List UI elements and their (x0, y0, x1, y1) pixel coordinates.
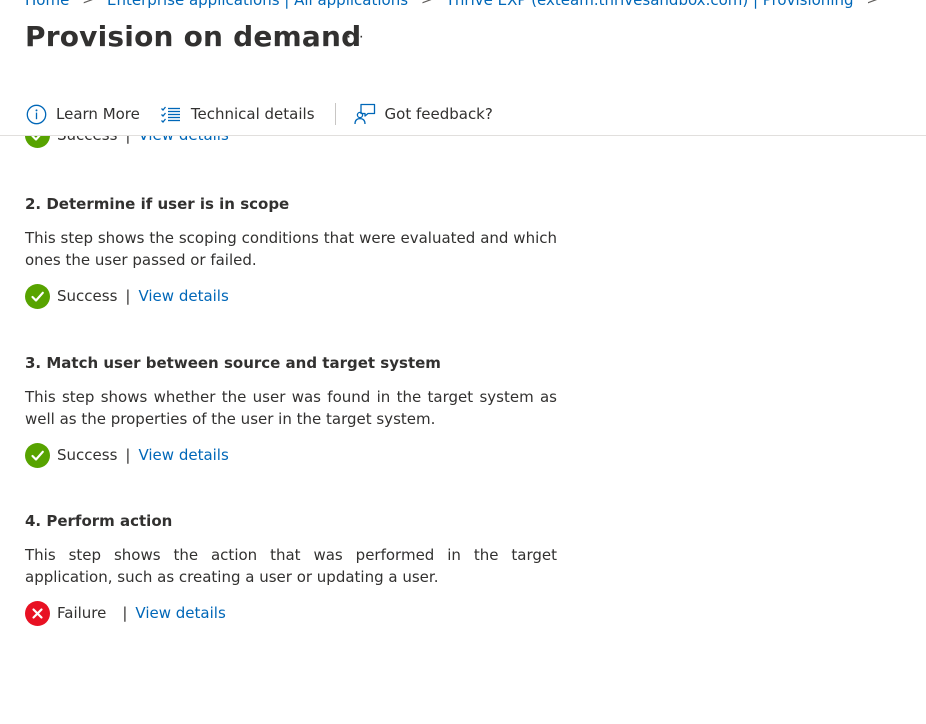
success-check-icon (25, 283, 50, 309)
step-description: This step shows the action that was perf… (25, 546, 557, 586)
toolbar: Learn More Technical details Got feedbac… (25, 100, 493, 128)
view-details-link[interactable]: View details (138, 446, 228, 464)
feedback-label: Got feedback? (384, 105, 493, 123)
feedback-button[interactable]: Got feedback? (353, 103, 493, 125)
toolbar-divider (334, 103, 336, 125)
step-status-text: Failure (57, 604, 107, 622)
breadcrumb-home[interactable]: Home (25, 0, 69, 9)
step-heading: 3. Match user between source and target … (25, 354, 441, 372)
toolbar-divider-line (0, 135, 926, 136)
info-icon (25, 103, 47, 125)
step-perform-action: 4. Perform action This step shows the ac… (25, 512, 565, 626)
breadcrumb-separator: > (82, 0, 95, 8)
checklist-icon (160, 103, 182, 125)
step-status: Failure | View details (25, 600, 565, 626)
breadcrumb: Home > Enterprise applications | All app… (25, 0, 891, 10)
step-heading: 2. Determine if user is in scope (25, 195, 290, 213)
view-details-link[interactable]: View details (135, 604, 225, 622)
view-details-link[interactable]: View details (138, 287, 228, 305)
breadcrumb-separator: > (866, 0, 879, 8)
status-separator: | (122, 604, 128, 622)
learn-more-label: Learn More (56, 105, 140, 123)
technical-details-label: Technical details (190, 105, 315, 123)
step-status: Success | View details (25, 283, 565, 309)
more-options-button[interactable]: ··· (346, 28, 365, 46)
learn-more-button[interactable]: Learn More (25, 103, 140, 125)
feedback-person-icon (353, 103, 376, 125)
technical-details-button[interactable]: Technical details (160, 103, 315, 125)
step-status: Success | View details (25, 442, 565, 468)
step-determine-scope: 2. Determine if user is in scope This st… (25, 195, 565, 309)
page-title: Provision on demand (25, 20, 362, 53)
provision-on-demand-page: Home > Enterprise applications | All app… (0, 0, 926, 724)
step-status-text: Success (57, 287, 118, 305)
step-status-text: Success (57, 446, 118, 464)
step-description: This step shows the scoping conditions t… (25, 229, 557, 269)
breadcrumb-enterprise-applications[interactable]: Enterprise applications | All applicatio… (107, 0, 408, 9)
step-description: This step shows whether the user was fou… (25, 388, 557, 428)
status-separator: | (125, 287, 131, 305)
step-heading: 4. Perform action (25, 512, 173, 530)
breadcrumb-separator: > (421, 0, 433, 8)
status-separator: | (125, 446, 131, 464)
success-check-icon (25, 442, 50, 468)
failure-x-icon (25, 600, 50, 626)
breadcrumb-app-provisioning[interactable]: Thrive EXP (exteam.thrivesandbox.com) | … (446, 0, 854, 9)
step-match-user: 3. Match user between source and target … (25, 354, 565, 468)
